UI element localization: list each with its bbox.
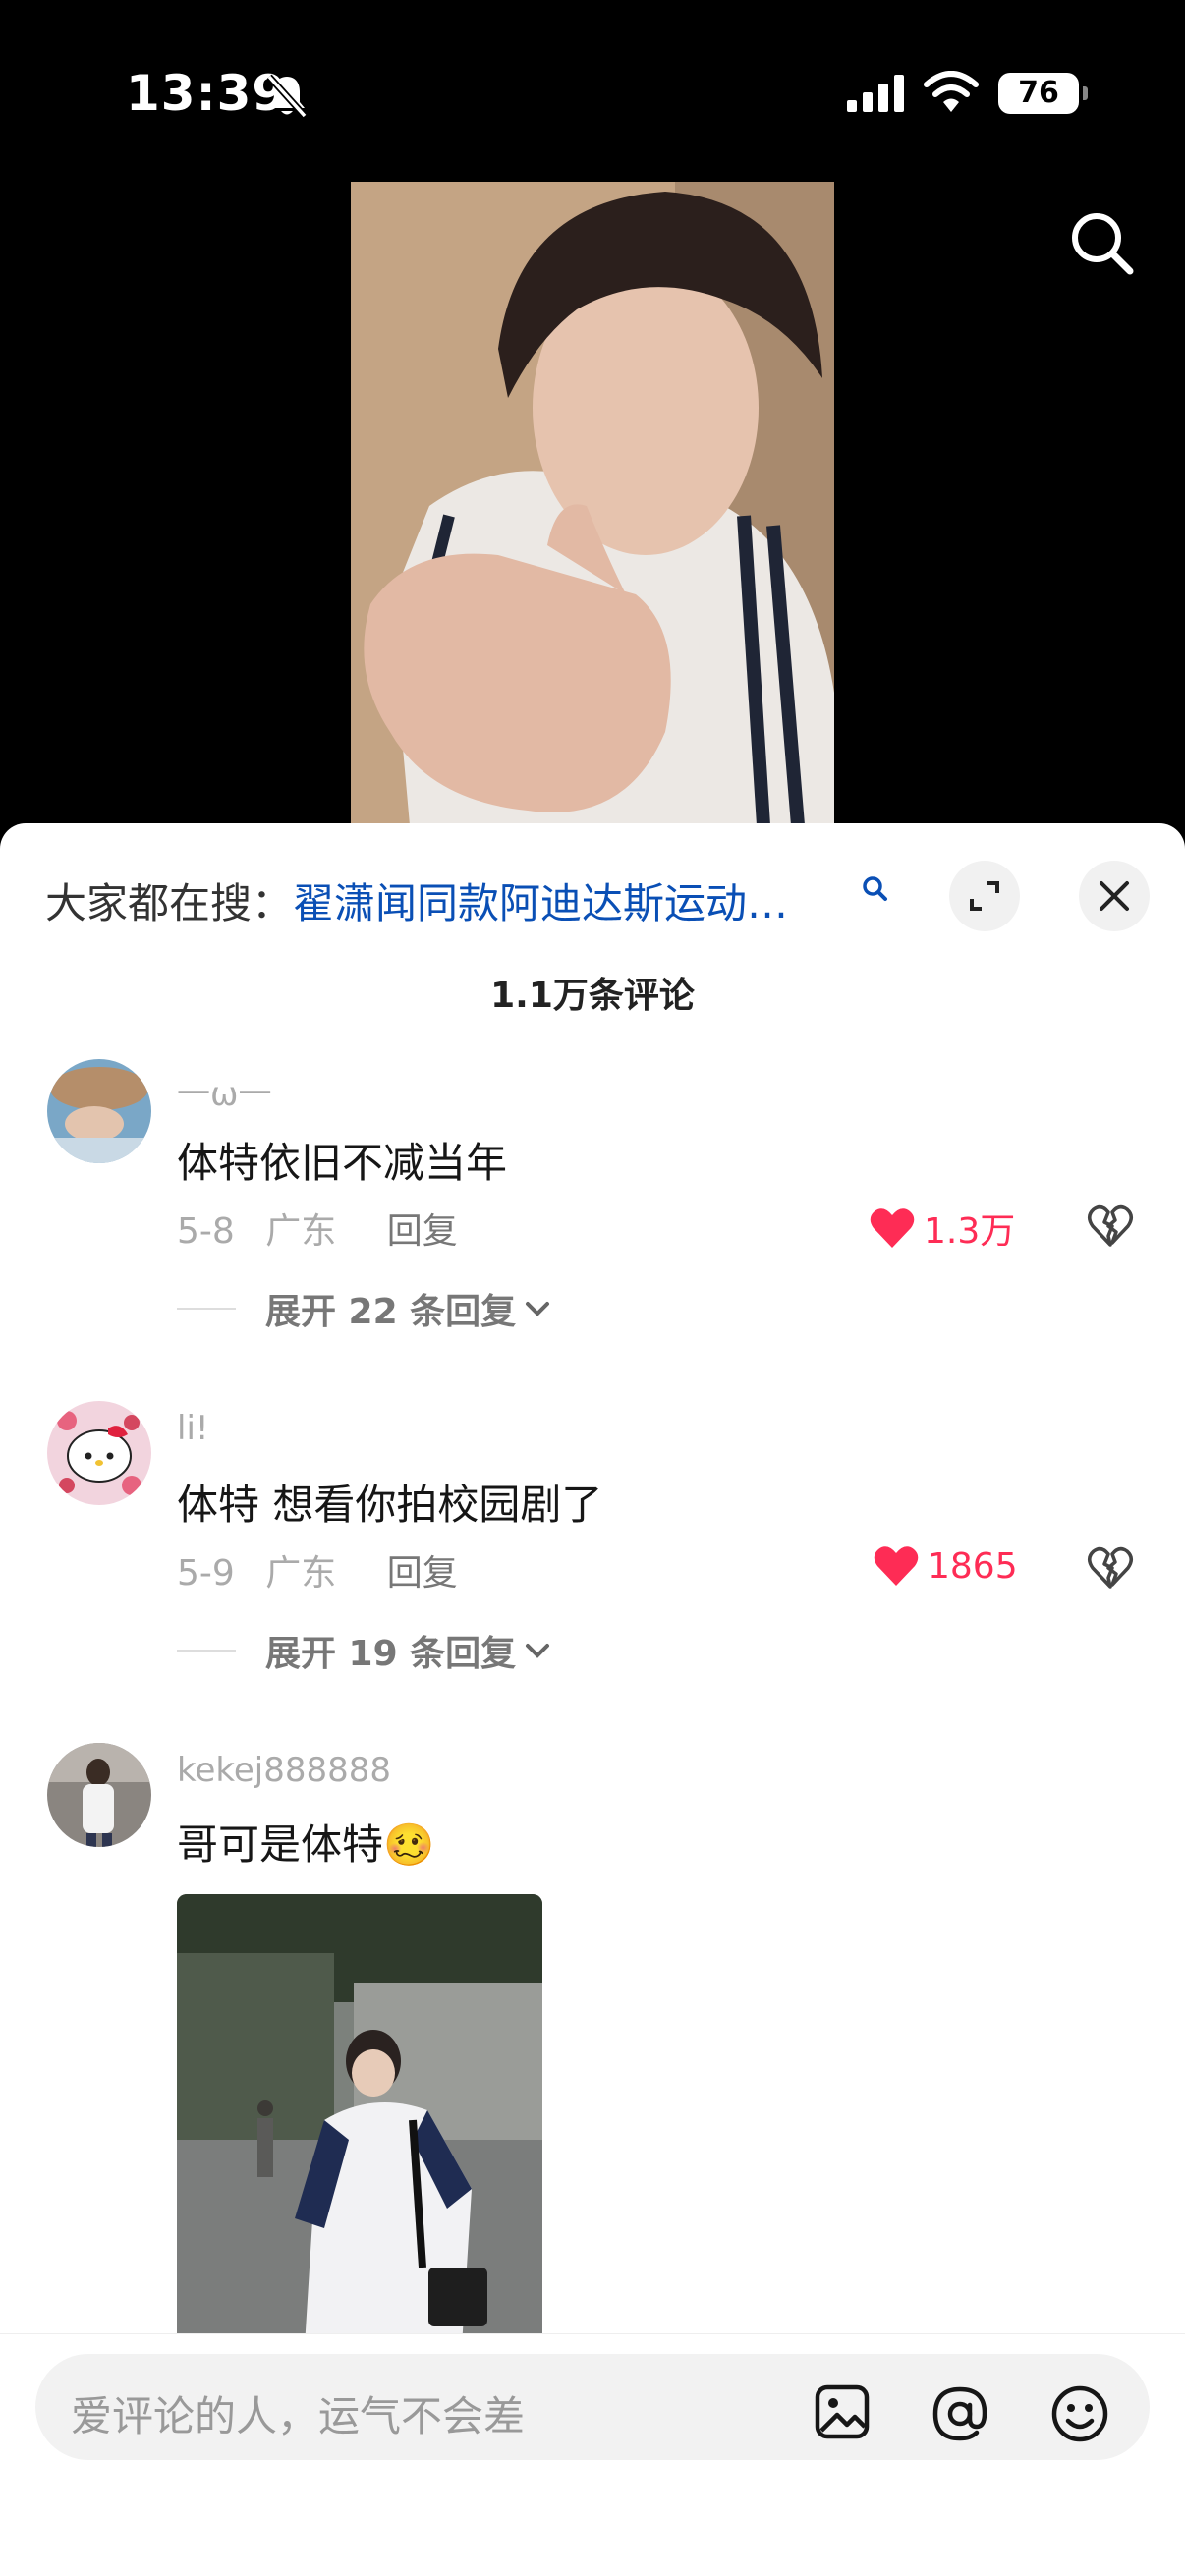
comment-username[interactable]: 一ω一 [177,1067,271,1115]
dislike-heart-icon[interactable] [1087,1204,1134,1248]
video-frame [351,182,834,825]
search-icon[interactable] [861,874,888,902]
emoji: 🥴 [383,1820,435,1869]
comment-username[interactable]: li! [177,1409,209,1448]
comment-photo[interactable] [177,1894,542,2346]
expand-icon [970,881,999,911]
avatar-image [47,1059,151,1163]
emoji-icon[interactable] [1049,2383,1110,2444]
search-icon[interactable] [1067,208,1136,277]
status-bar: 13:39 76 [0,0,1185,187]
video-player[interactable] [351,182,834,825]
status-time: 13:39 [126,65,288,122]
divider [177,1308,236,1310]
like-count: 1.3万 [924,1211,1016,1252]
comment-count: 1.1万条评论 [490,976,695,1016]
comment-meta: 5-9 广东 回复 [177,1544,458,1596]
dislike-heart-icon[interactable] [1087,1546,1134,1590]
heart-icon [874,1546,919,1586]
comment-input-placeholder: 爱评论的人，运气不会差 [71,2392,526,2440]
comment-text: 体特依旧不减当年 [177,1139,508,1187]
comment-meta: 5-8 广东 回复 [177,1203,458,1254]
comment-text: 体特 想看你拍校园剧了 [177,1481,603,1529]
comment-sheet: 大家都在搜：翟潇闻同款阿迪达斯运动… 1.1万条评论 一ω一 体特依旧不减当年 [0,823,1185,2576]
close-icon [1100,881,1129,911]
comment-text-content: 哥可是体特 [177,1820,384,1869]
battery-indicator: 76 [998,73,1088,114]
chevron-down-icon [526,1302,550,1316]
divider [177,1650,236,1652]
expand-replies-label: 展开 19 条回复 [265,1634,517,1674]
avatar-image [47,1743,151,1847]
comment-input-bar: 爱评论的人，运气不会差 [0,2333,1185,2576]
image-icon[interactable] [814,2383,871,2440]
avatar[interactable] [47,1059,151,1163]
comment-date: 5-9 [177,1553,235,1594]
comment-text: 哥可是体特🥴 [177,1812,434,1872]
wifi-icon [924,71,979,112]
expand-replies-button[interactable]: 展开 19 条回复 [177,1625,551,1676]
like-count: 1865 [928,1545,1018,1587]
hot-search-bar[interactable]: 大家都在搜：翟潇闻同款阿迪达斯运动… [45,870,788,930]
expand-button[interactable] [949,861,1020,931]
chevron-down-icon [526,1644,550,1658]
comment-username[interactable]: kekej888888 [177,1751,391,1790]
close-button[interactable] [1079,861,1150,931]
expand-replies-button[interactable]: 展开 22 条回复 [177,1283,551,1334]
comment-photo-image [177,1894,542,2346]
comment-location: 广东 [265,1553,337,1594]
reply-button[interactable]: 回复 [387,1211,458,1252]
expand-replies-label: 展开 22 条回复 [265,1292,517,1332]
like-button[interactable]: 1.3万 [869,1203,1015,1254]
avatar[interactable] [47,1743,151,1847]
reply-button[interactable]: 回复 [387,1553,458,1594]
avatar-image [47,1401,151,1505]
heart-icon [870,1208,915,1248]
avatar[interactable] [47,1401,151,1505]
bell-off-icon [266,74,308,119]
comment-date: 5-8 [177,1211,235,1252]
hot-search-link[interactable]: 翟潇闻同款阿迪达斯运动… [293,879,788,927]
like-button[interactable]: 1865 [873,1544,1018,1588]
signal-icon [847,75,904,112]
hot-search-prefix: 大家都在搜： [45,879,294,927]
comment-location: 广东 [265,1211,337,1252]
at-icon[interactable] [930,2383,990,2444]
